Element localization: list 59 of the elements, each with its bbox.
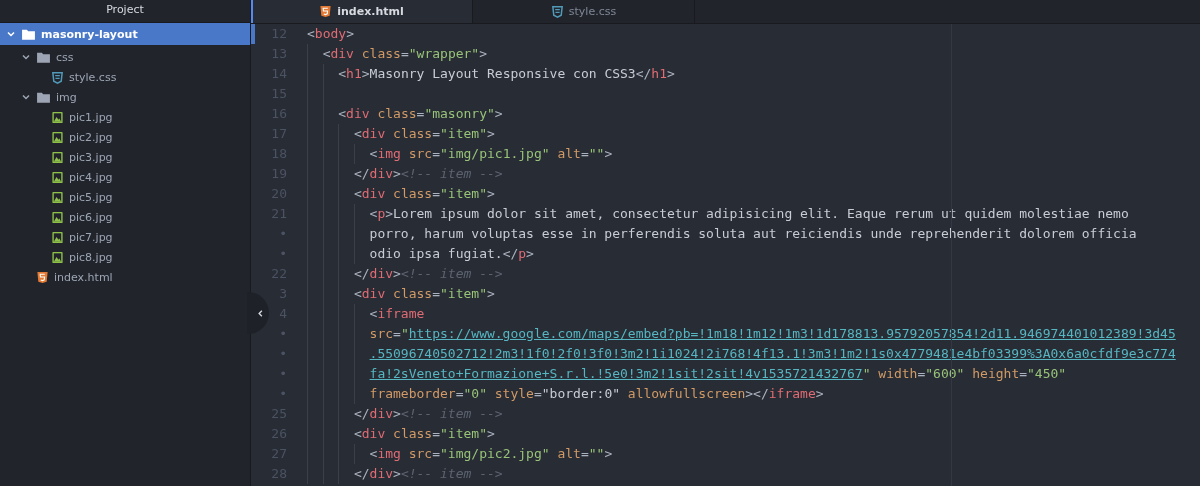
code-line: <body> <box>307 25 354 43</box>
html-file-icon <box>36 270 49 284</box>
tab[interactable]: index.html <box>251 0 473 23</box>
image-file-icon <box>51 170 64 184</box>
image-file-icon <box>51 150 64 164</box>
code-line: <div class="item"> <box>353 285 495 303</box>
tree-item[interactable]: masonry-layout <box>0 23 250 45</box>
code-line: <h1>Masonry Layout Responsive con CSS3</h1> <box>338 65 675 83</box>
tree-item[interactable]: pic4.jpg <box>0 167 250 187</box>
line-number: • <box>279 246 287 261</box>
tree-item[interactable]: pic5.jpg <box>0 187 250 207</box>
chevron-icon <box>21 52 31 62</box>
code-line: <div class="masonry"> <box>338 105 503 123</box>
tree-item[interactable]: css <box>0 47 250 67</box>
image-file-icon <box>51 230 64 244</box>
code-line: .55096740502712!2m3!1f0!2f0!3f0!3m2!1i1024!2i768!4f13.1!3m3!1m2!1s0x4779481e4bf03399%3A0x6a0cfdf9e3c774 <box>369 345 1176 363</box>
code-line: <img src="img/pic2.jpg" alt=""> <box>369 445 613 463</box>
image-file-icon <box>51 250 64 264</box>
code-line: frameborder="0" style="border:0" allowfullscreen></iframe> <box>369 385 824 403</box>
tree-item[interactable]: pic7.jpg <box>0 227 250 247</box>
code-line: </div><!-- item --> <box>353 265 503 283</box>
line-number: • <box>279 346 287 361</box>
tree-item[interactable]: style.css <box>0 67 250 87</box>
image-file-icon <box>51 210 64 224</box>
image-file-icon <box>51 110 64 124</box>
code-line: porro, harum voluptas esse in perferendis soluta aut reiciendis unde reprehenderit dolorem officia <box>369 225 1137 243</box>
code-line: src="https://www.google.com/maps/embed?pb=!1m18!1m12!1m3!1d178813.95792057854!2d11.946974401012389!3d45 <box>369 325 1176 343</box>
code-line: <div class="item"> <box>353 425 495 443</box>
code-line: </div><!-- item --> <box>353 465 503 483</box>
css-file-icon <box>550 5 564 18</box>
code-line: </div><!-- item --> <box>353 165 503 183</box>
line-number: • <box>279 226 287 241</box>
collapse-button[interactable] <box>247 292 269 334</box>
tree-item[interactable]: pic1.jpg <box>0 107 250 127</box>
tree-item[interactable]: pic3.jpg <box>0 147 250 167</box>
tree-item[interactable]: img <box>0 87 250 107</box>
line-number: • <box>279 366 287 381</box>
css-file-icon <box>51 70 64 84</box>
line-number: • <box>279 326 287 341</box>
code-line: <img src="img/pic1.jpg" alt=""> <box>369 145 613 163</box>
code-line: </div><!-- item --> <box>353 405 503 423</box>
line-number: • <box>279 386 287 401</box>
code-line: odio ipsa fugiat.</p> <box>369 245 534 263</box>
image-file-icon <box>51 190 64 204</box>
tree-item[interactable]: pic2.jpg <box>0 127 250 147</box>
code-line: <iframe <box>369 305 425 323</box>
tab[interactable]: style.css <box>473 0 695 23</box>
html-file-icon <box>319 5 333 18</box>
tree-item[interactable]: pic6.jpg <box>0 207 250 227</box>
code-line: <div class="item"> <box>353 185 495 203</box>
tree-item[interactable]: index.html <box>0 267 250 287</box>
code-line: fa!2sVeneto+Formazione+S.r.l.!5e0!3m2!1sit!2sit!4v1535721432767" width="600" height="450" <box>369 365 1067 383</box>
image-file-icon <box>51 130 64 144</box>
tree-item[interactable]: pic8.jpg <box>0 247 250 267</box>
code-line: <div class="wrapper"> <box>322 45 488 63</box>
chevron-icon <box>255 308 265 318</box>
chevron-icon <box>6 29 16 39</box>
code-line: <div class="item"> <box>353 125 495 143</box>
chevron-icon <box>21 92 31 102</box>
